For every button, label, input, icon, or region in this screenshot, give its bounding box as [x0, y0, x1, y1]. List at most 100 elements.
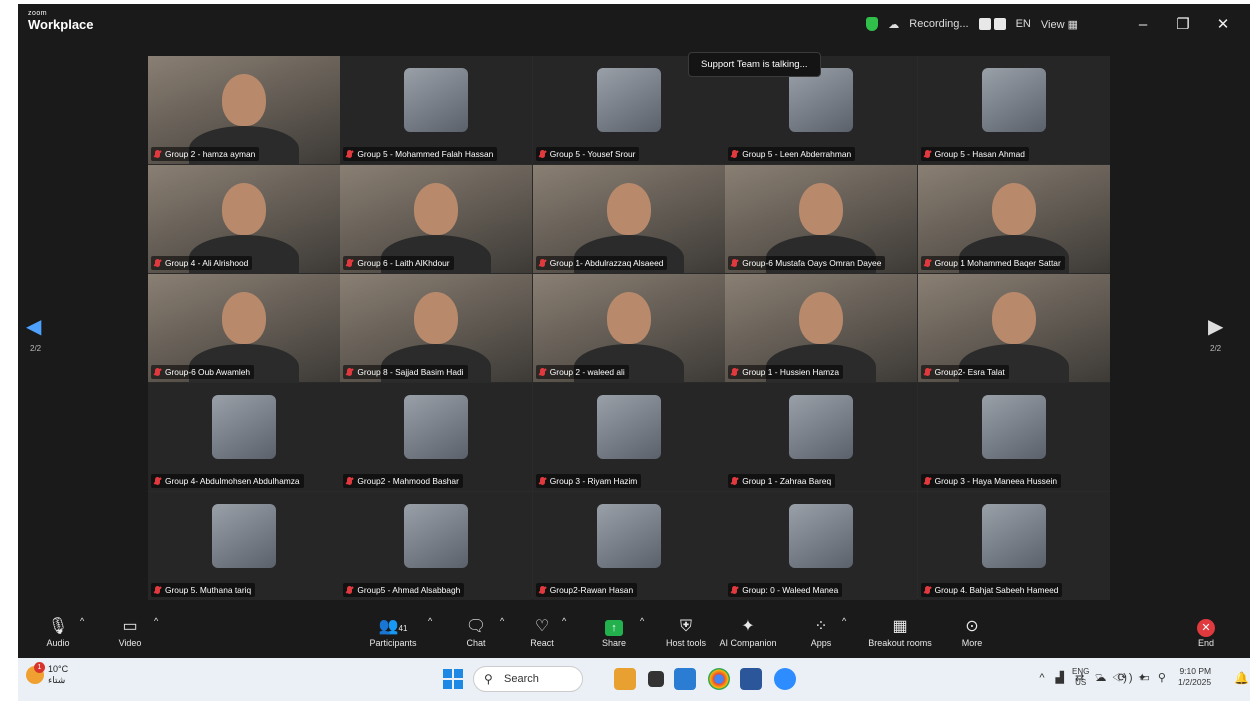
- participant-name: Group: 0 - Waleed Manea: [742, 585, 839, 595]
- pause-recording-button[interactable]: [978, 18, 991, 30]
- view-button[interactable]: View ▦: [1041, 18, 1078, 31]
- breakout-rooms-button[interactable]: ▦ Breakout rooms: [858, 616, 942, 648]
- muted-mic-icon: [924, 259, 930, 267]
- participant-tile[interactable]: Group 1 - Zahraa Bareq: [725, 383, 918, 491]
- word-icon[interactable]: [740, 668, 762, 690]
- participant-name: Group 3 - Riyam Hazim: [549, 476, 638, 486]
- participant-name-label: Group-6 Mustafa Oays Omran Dayee: [728, 256, 886, 270]
- muted-mic-icon: [155, 368, 160, 376]
- host-tools-label: Host tools: [665, 638, 707, 648]
- participant-tile[interactable]: Group 5 - Hasan Ahmad: [917, 56, 1110, 164]
- participant-tile[interactable]: Group 5 - Mohammed Falah Hassan: [340, 56, 533, 164]
- muted-mic-icon: [732, 150, 738, 158]
- participants-options-caret[interactable]: ^: [428, 616, 432, 626]
- video-options-caret[interactable]: ^: [154, 616, 158, 626]
- audio-options-caret[interactable]: ^: [80, 616, 84, 626]
- windows-start-icon[interactable]: [443, 669, 463, 689]
- zoom-app-icon[interactable]: [774, 668, 796, 690]
- participant-name: Group 4- Abdulmohsen Abdulhamza: [165, 476, 300, 486]
- taskbar-search[interactable]: ⚲ Search: [473, 666, 583, 692]
- input-language-indicator[interactable]: ENG US: [1072, 666, 1089, 688]
- weather-widget[interactable]: 1 10°C شتاء: [26, 662, 68, 686]
- participant-tile[interactable]: Group-6 Mustafa Oays Omran Dayee: [725, 165, 918, 273]
- participant-tile[interactable]: Group 1- Abdulrazzaq Alsaeed: [532, 165, 725, 273]
- audio-button[interactable]: 🎙 Audio: [40, 616, 76, 648]
- more-icon: ⊙: [965, 618, 979, 635]
- participant-video-feed: [606, 292, 651, 344]
- notification-bell-icon[interactable]: 🔔: [1234, 671, 1249, 685]
- restore-button[interactable]: ❐: [1168, 15, 1198, 33]
- participant-name-label: Group5 - Ahmad Alsabbagh: [343, 583, 465, 597]
- participant-tile[interactable]: Group 1 Mohammed Baqer Sattar: [917, 165, 1110, 273]
- close-button[interactable]: ✕: [1208, 15, 1238, 33]
- task-view-icon[interactable]: [648, 671, 664, 687]
- participant-tile[interactable]: Group 4 - Ali Alrishood: [148, 165, 340, 273]
- react-button[interactable]: ♡ React: [524, 616, 560, 648]
- end-x-icon: ✕: [1197, 619, 1215, 637]
- participant-tile[interactable]: Group: 0 - Waleed Manea: [725, 492, 918, 600]
- network-volume-icon[interactable]: ⌔ ◁)) ▭: [1093, 671, 1152, 685]
- muted-mic-icon: [155, 150, 160, 158]
- participant-name-label: Group 2 - waleed ali: [535, 365, 629, 379]
- participant-name: Group2 - Mahmood Bashar: [357, 476, 459, 486]
- participant-tile[interactable]: Group 8 - Sajjad Basim Hadi: [340, 274, 533, 382]
- participant-tile[interactable]: Group 6 - Laith AlKhdour: [340, 165, 533, 273]
- encryption-shield-icon[interactable]: [866, 17, 879, 31]
- participant-tile[interactable]: Group 3 - Riyam Hazim: [532, 383, 725, 491]
- participant-tile[interactable]: Group 4. Bahjat Sabeeh Hameed: [917, 492, 1110, 600]
- participant-tile[interactable]: Group2 - Mahmood Bashar: [340, 383, 533, 491]
- share-button[interactable]: ↑ Share: [596, 616, 632, 648]
- ai-sparkle-icon: ✦: [741, 618, 755, 635]
- participant-profile-picture: [789, 395, 854, 459]
- muted-mic-icon: [924, 150, 930, 158]
- react-options-caret[interactable]: ^: [562, 616, 566, 626]
- participant-name-label: Group 1- Abdulrazzaq Alsaeed: [535, 256, 668, 270]
- participant-tile[interactable]: Group-6 Oub Awamleh: [148, 274, 340, 382]
- participants-button[interactable]: 👥41 Participants: [358, 616, 428, 648]
- participant-video-feed: [222, 292, 266, 344]
- outlook-icon[interactable]: [674, 668, 696, 690]
- more-button[interactable]: ⊙ More: [954, 616, 990, 648]
- previous-page-arrow-icon[interactable]: ◀: [26, 314, 41, 339]
- participant-tile[interactable]: Group 4- Abdulmohsen Abdulhamza: [148, 383, 340, 491]
- chat-button[interactable]: 🗨 Chat: [458, 616, 494, 648]
- chat-label: Chat: [466, 638, 486, 648]
- participant-name-label: Group: 0 - Waleed Manea: [728, 583, 843, 597]
- microphone-icon: 🎙: [47, 618, 69, 635]
- share-options-caret[interactable]: ^: [640, 616, 644, 626]
- participant-video-feed: [606, 183, 651, 235]
- minimize-button[interactable]: –: [1128, 16, 1158, 33]
- stop-recording-button[interactable]: [993, 18, 1006, 30]
- clock-time: 9:10 PM: [1179, 666, 1212, 676]
- participant-name-label: Group 5 - Mohammed Falah Hassan: [343, 147, 498, 161]
- participant-name-label: Group 5. Muthana tariq: [151, 583, 256, 597]
- end-meeting-button[interactable]: ✕ End: [1188, 616, 1224, 648]
- participant-tile[interactable]: Group5 - Ahmad Alsabbagh: [340, 492, 533, 600]
- participant-name: Group 5 - Hasan Ahmad: [934, 149, 1025, 159]
- participant-tile[interactable]: Group 5. Muthana tariq: [148, 492, 340, 600]
- video-button[interactable]: ▭ Video: [112, 616, 148, 648]
- chrome-icon[interactable]: [708, 668, 730, 690]
- host-tools-button[interactable]: ⛨ Host tools: [662, 616, 710, 648]
- participant-profile-picture: [981, 504, 1046, 568]
- participant-tile[interactable]: Group2-Rawan Hasan: [532, 492, 725, 600]
- participant-tile[interactable]: Group2- Esra Talat: [917, 274, 1110, 382]
- participant-tile[interactable]: Group 2 - hamza ayman: [148, 56, 340, 164]
- participant-tile[interactable]: Group 1 - Hussien Hamza: [725, 274, 918, 382]
- participant-name-label: Group 3 - Riyam Hazim: [535, 474, 642, 488]
- participant-video-feed: [414, 292, 459, 344]
- briefcase-app-icon[interactable]: [614, 668, 636, 690]
- recording-status: Recording...: [909, 18, 969, 30]
- apps-options-caret[interactable]: ^: [842, 616, 846, 626]
- participant-tile[interactable]: Group 2 - waleed ali: [532, 274, 725, 382]
- chat-options-caret[interactable]: ^: [500, 616, 504, 626]
- ai-companion-button[interactable]: ✦ AI Companion: [710, 616, 786, 648]
- next-page-arrow-icon[interactable]: ▶: [1208, 314, 1223, 339]
- language-button[interactable]: EN: [1016, 18, 1031, 30]
- participant-name: Group5 - Ahmad Alsabbagh: [357, 585, 461, 595]
- taskbar-clock[interactable]: 9:10 PM 1/2/2025: [1178, 666, 1211, 688]
- lang-top: ENG: [1072, 667, 1090, 676]
- participant-name-label: Group 4- Abdulmohsen Abdulhamza: [151, 474, 304, 488]
- apps-button[interactable]: ⁘ Apps: [806, 616, 836, 648]
- participant-tile[interactable]: Group 3 - Haya Maneea Hussein: [917, 383, 1110, 491]
